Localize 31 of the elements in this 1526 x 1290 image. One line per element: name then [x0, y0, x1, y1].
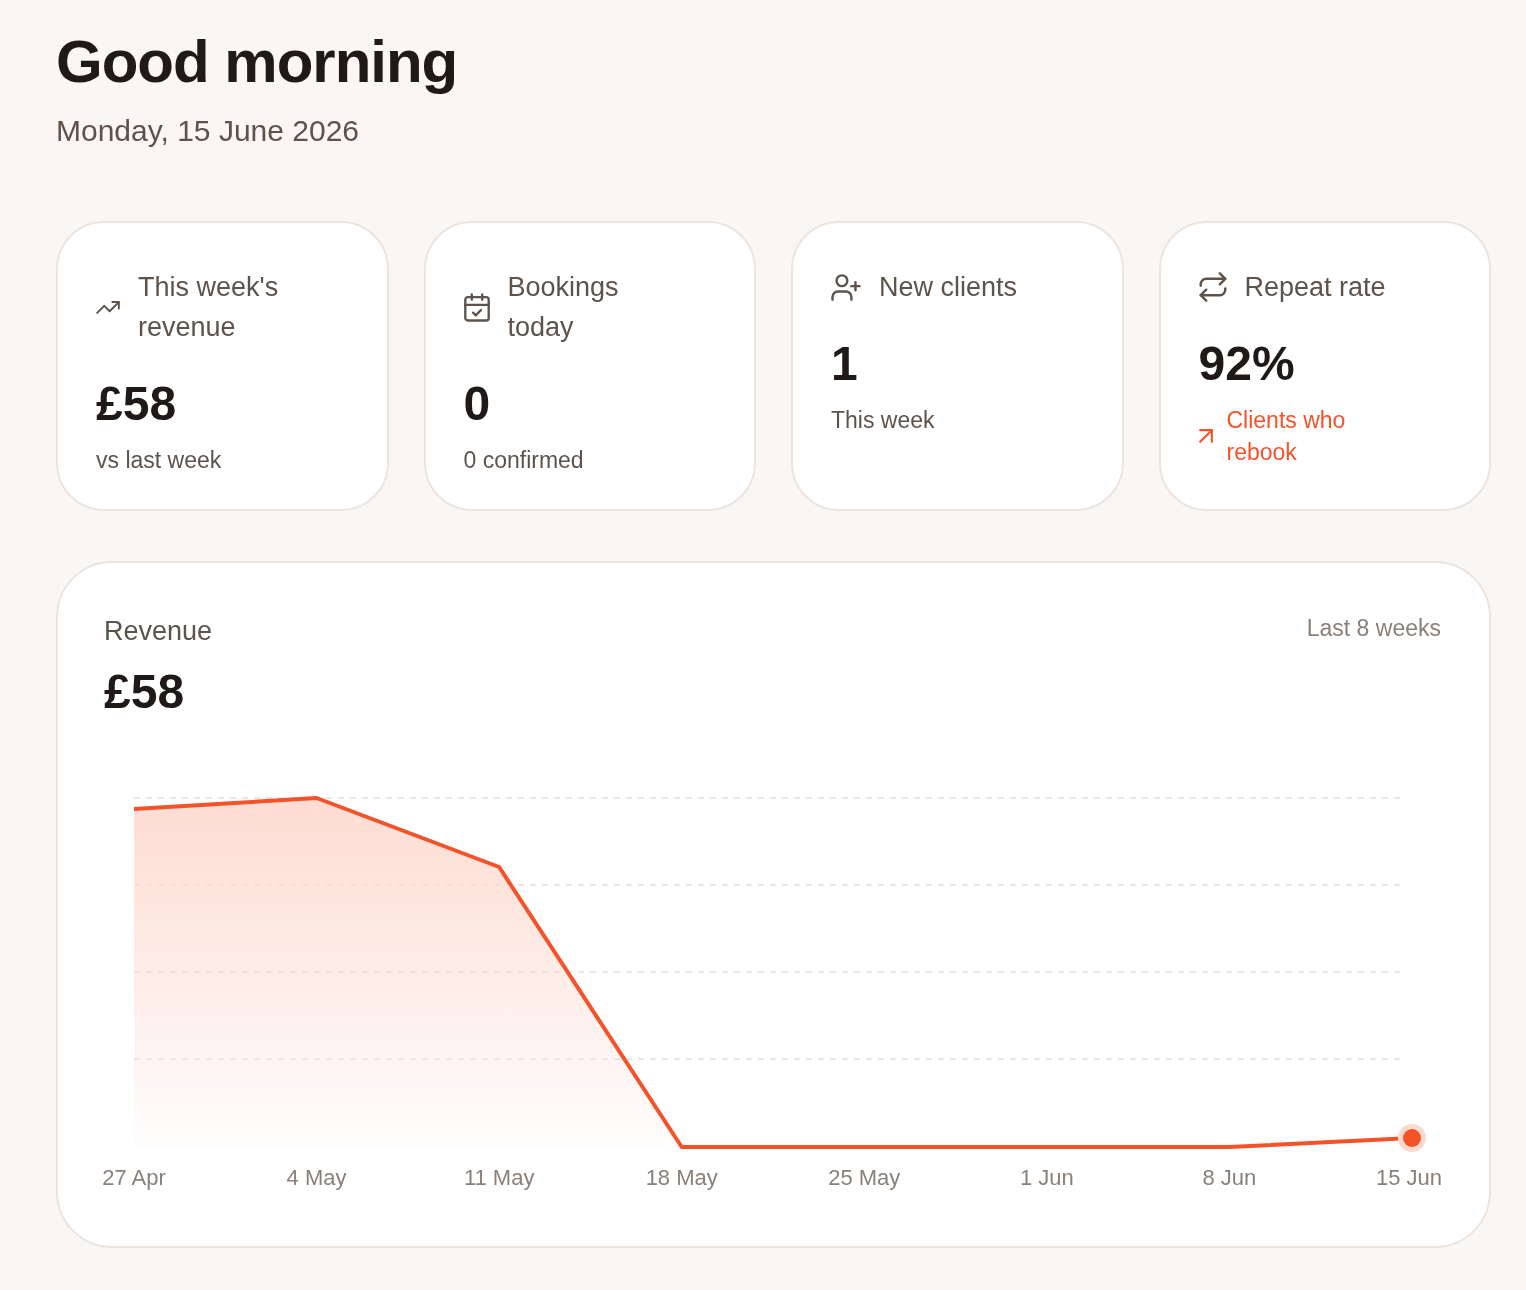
- chart-value: £58: [104, 664, 185, 720]
- calendar-check-icon: [463, 292, 490, 322]
- stat-note: 0 confirmed: [463, 446, 584, 475]
- date-label: Monday, 15 June 2026: [56, 113, 359, 149]
- page-title: Good morning: [56, 27, 458, 97]
- stat-value: 0: [463, 376, 491, 432]
- stat-note: This week: [831, 406, 935, 435]
- axis-label: 27 Apr: [102, 1165, 166, 1190]
- stat-value: 1: [831, 336, 858, 392]
- axis-label: 25 May: [828, 1165, 901, 1190]
- axis-label: 4 May: [286, 1165, 347, 1190]
- axis-label: 8 Jun: [1202, 1165, 1257, 1190]
- arrow-up-right-icon: [1198, 429, 1213, 443]
- stat-value: £58: [96, 376, 177, 432]
- chart-title: Revenue: [104, 615, 213, 648]
- axis-label: 1 Jun: [1019, 1165, 1074, 1190]
- period-label: Last 8 weeks: [1306, 614, 1441, 643]
- stat-label: Repeat rate: [1244, 271, 1386, 304]
- axis-label: 18 May: [645, 1165, 718, 1190]
- axis-label: 15 Jun: [1375, 1165, 1442, 1190]
- user-plus-icon: [831, 273, 861, 301]
- stat-note: vs last week: [96, 446, 222, 475]
- axis-label: 11 May: [463, 1165, 535, 1190]
- repeat-icon: [1198, 272, 1227, 302]
- point-marker-icon: [1398, 1124, 1426, 1152]
- stat-label: Bookings today: [507, 271, 620, 344]
- stat-label: New clients: [879, 271, 1018, 304]
- stat-note: Clients who rebook: [1226, 406, 1347, 467]
- stat-value: 92%: [1198, 336, 1295, 392]
- trending-up-icon: [96, 300, 120, 314]
- stat-label: This week's revenue: [138, 271, 280, 344]
